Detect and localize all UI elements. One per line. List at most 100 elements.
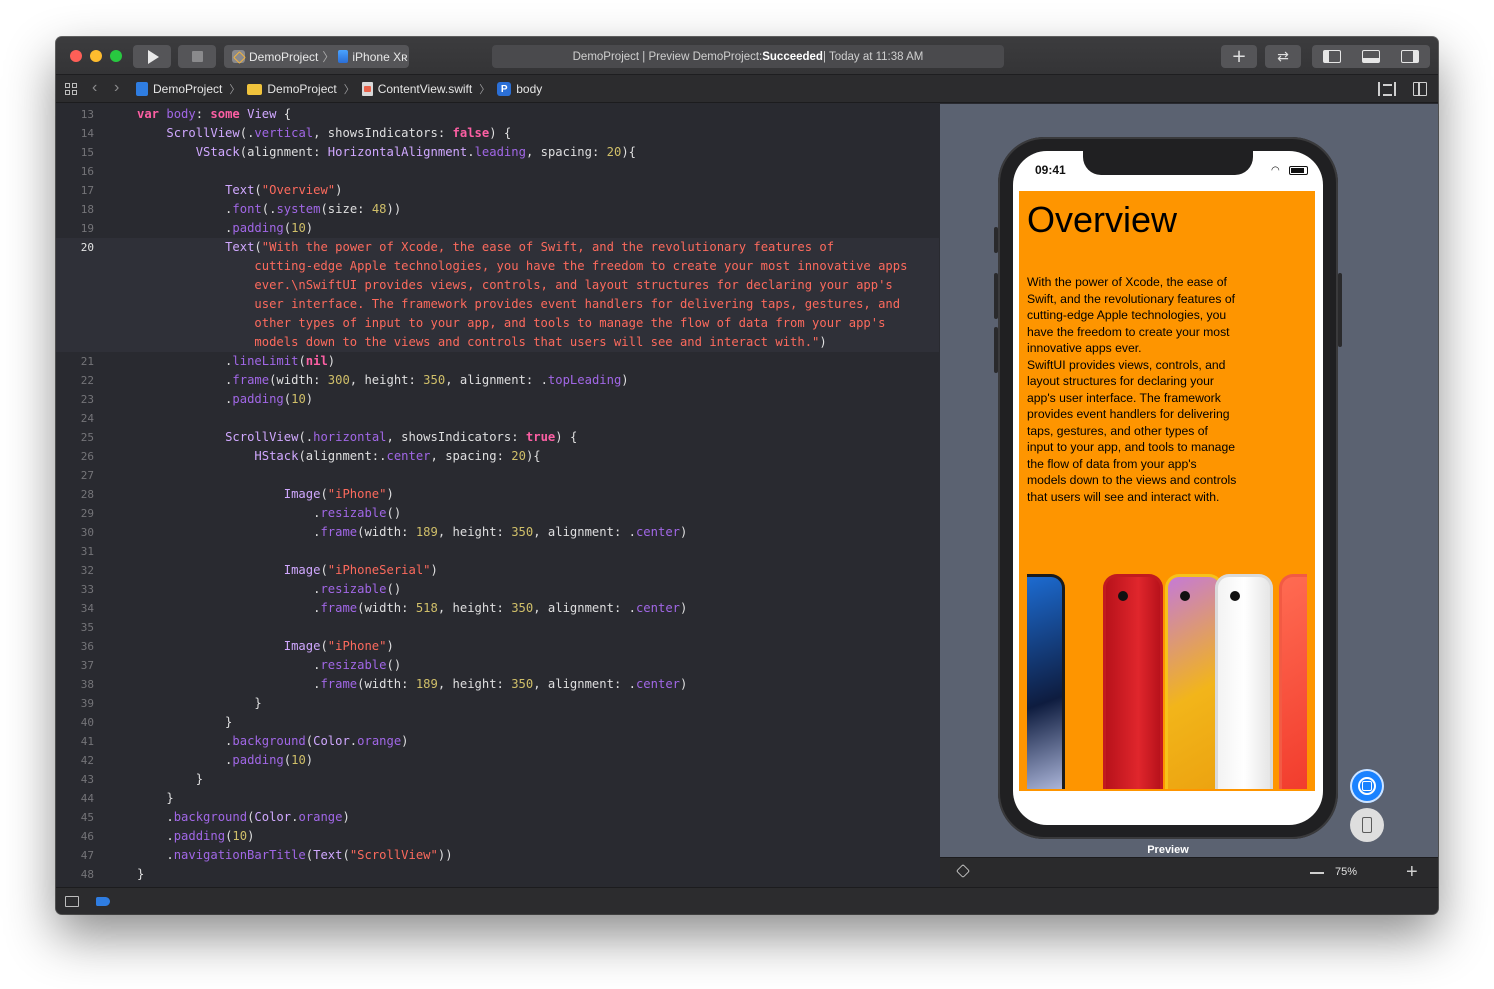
breadcrumb-file[interactable]: ContentView.swift [378, 82, 473, 96]
debug-area-icon[interactable] [1361, 50, 1380, 63]
breadcrumb-symbol[interactable]: body [516, 82, 542, 96]
code-line[interactable]: 41 .background(Color.orange) [56, 732, 939, 751]
source-editor[interactable]: 13 var body: some View {14 ScrollView(.ve… [56, 104, 939, 887]
minimize-window-button[interactable] [90, 50, 102, 62]
breadcrumb-project[interactable]: DemoProject [153, 82, 222, 96]
line-number: 22 [80, 374, 94, 387]
stop-button[interactable] [178, 45, 216, 68]
navigator-icon[interactable] [1322, 50, 1341, 63]
code-text: .font(.system(size: 48)) [137, 202, 402, 216]
code-line[interactable]: 42 .padding(10) [56, 751, 939, 770]
line-number: 16 [80, 165, 94, 178]
code-line[interactable]: 19 .padding(10) [56, 219, 939, 238]
preview-screen[interactable]: 09:41 ◠ Overview With the power of Xcode… [1013, 151, 1323, 825]
editor-options-icon[interactable] [1378, 82, 1396, 96]
back-chevron-icon[interactable]: ‹ [92, 79, 97, 97]
swap-icon: ⇄ [1277, 48, 1289, 65]
grid-icon[interactable] [65, 83, 77, 95]
code-line[interactable]: 18 .font(.system(size: 48)) [56, 200, 939, 219]
breakpoints-toggle-icon[interactable] [96, 897, 110, 906]
code-line[interactable]: 45 .background(Color.orange) [56, 808, 939, 827]
code-text: other types of input to your app, and to… [137, 316, 886, 330]
scheme-selector[interactable]: DemoProject 〉 iPhone Xʀ [224, 45, 409, 68]
line-number: 19 [80, 222, 94, 235]
activity-status: Succeeded [762, 50, 823, 63]
code-line[interactable]: 36 Image("iPhone") [56, 637, 939, 656]
library-button[interactable]: + [1221, 45, 1257, 68]
code-line[interactable]: 30 .frame(width: 189, height: 350, align… [56, 523, 939, 542]
code-line[interactable]: 33 .resizable() [56, 580, 939, 599]
code-line[interactable]: models down to the views and controls th… [56, 333, 939, 352]
code-line[interactable]: user interface. The framework provides e… [56, 295, 939, 314]
zoom-out-button[interactable] [1310, 872, 1324, 874]
line-number: 14 [80, 127, 94, 140]
line-number: 34 [80, 602, 94, 615]
code-line[interactable]: 34 .frame(width: 518, height: 350, align… [56, 599, 939, 618]
code-line[interactable]: other types of input to your app, and to… [56, 314, 939, 333]
code-line[interactable]: 23 .padding(10) [56, 390, 939, 409]
code-line[interactable]: 20 Text("With the power of Xcode, the ea… [56, 238, 939, 257]
zoom-level[interactable]: 75% [1335, 866, 1357, 878]
code-line[interactable]: 43 } [56, 770, 939, 789]
code-text: user interface. The framework provides e… [137, 297, 901, 311]
code-line[interactable]: 14 ScrollView(.vertical, showsIndicators… [56, 124, 939, 143]
code-line[interactable]: 13 var body: some View { [56, 105, 939, 124]
code-text: Text("Overview") [225, 183, 343, 197]
zoom-in-button[interactable]: + [1406, 861, 1418, 884]
jump-bar: ‹ › DemoProject 〉 DemoProject 〉 ContentV… [56, 75, 1438, 103]
code-line[interactable]: 47 .navigationBarTitle(Text("ScrollView"… [56, 846, 939, 865]
code-line[interactable]: 17 Text("Overview") [56, 181, 939, 200]
code-line[interactable]: 31 [56, 542, 939, 561]
line-number: 47 [80, 849, 94, 862]
code-review-button[interactable]: ⇄ [1265, 45, 1301, 68]
live-preview-button[interactable] [1350, 769, 1384, 803]
pin-icon[interactable] [955, 863, 971, 879]
code-line[interactable]: 22 .frame(width: 300, height: 350, align… [56, 371, 939, 390]
code-text: HStack(alignment:.center, spacing: 20){ [254, 449, 541, 463]
orange-scroll-content[interactable]: Overview With the power of Xcode, the ea… [1019, 191, 1315, 791]
code-text: ScrollView(.vertical, showsIndicators: f… [166, 126, 512, 140]
code-line[interactable]: 39 } [56, 694, 939, 713]
code-text: .padding(10) [137, 829, 255, 843]
code-line[interactable]: 15 VStack(alignment: HorizontalAlignment… [56, 143, 939, 162]
code-line[interactable]: 40 } [56, 713, 939, 732]
code-text: .resizable() [137, 582, 402, 596]
code-line[interactable]: 27 [56, 466, 939, 485]
code-line[interactable]: 16 [56, 162, 939, 181]
zoom-window-button[interactable] [110, 50, 122, 62]
hide-debug-area-icon[interactable] [65, 896, 79, 907]
code-line[interactable]: 25 ScrollView(.horizontal, showsIndicato… [56, 428, 939, 447]
code-line[interactable]: 38 .frame(width: 189, height: 350, align… [56, 675, 939, 694]
code-line[interactable]: 37 .resizable() [56, 656, 939, 675]
breadcrumb-group[interactable]: DemoProject [267, 82, 336, 96]
code-text: Image("iPhone") [283, 639, 394, 653]
preview-on-device-button[interactable] [1350, 808, 1384, 842]
code-line[interactable]: 44 } [56, 789, 939, 808]
code-line[interactable]: cutting-edge Apple technologies, you hav… [56, 257, 939, 276]
code-line[interactable]: 21 .lineLimit(nil) [56, 352, 939, 371]
code-line[interactable]: 48} [56, 865, 939, 884]
code-line[interactable]: 35 [56, 618, 939, 637]
code-line[interactable]: 46 .padding(10) [56, 827, 939, 846]
volume-down-button [994, 327, 998, 373]
code-line[interactable]: 26 HStack(alignment:.center, spacing: 20… [56, 447, 939, 466]
property-icon: P [497, 82, 512, 96]
inspector-icon[interactable] [1401, 50, 1420, 63]
code-line[interactable]: 28 Image("iPhone") [56, 485, 939, 504]
iphone-serial-image [1279, 574, 1307, 789]
add-editor-icon[interactable] [1413, 82, 1427, 96]
stop-icon [191, 51, 203, 62]
forward-chevron-icon[interactable]: › [114, 79, 119, 97]
code-line[interactable]: 29 .resizable() [56, 504, 939, 523]
code-line[interactable]: 32 Image("iPhoneSerial") [56, 561, 939, 580]
code-text: } [137, 867, 145, 881]
code-line[interactable]: ever.\nSwiftUI provides views, controls,… [56, 276, 939, 295]
side-button [1338, 273, 1342, 347]
iphone-image-carousel[interactable] [1027, 574, 1307, 789]
line-number: 20 [80, 241, 94, 254]
code-line[interactable]: 24 [56, 409, 939, 428]
close-window-button[interactable] [70, 50, 82, 62]
code-text: } [137, 715, 233, 729]
run-button[interactable] [133, 45, 171, 68]
code-text: ScrollView(.horizontal, showsIndicators:… [225, 430, 578, 444]
